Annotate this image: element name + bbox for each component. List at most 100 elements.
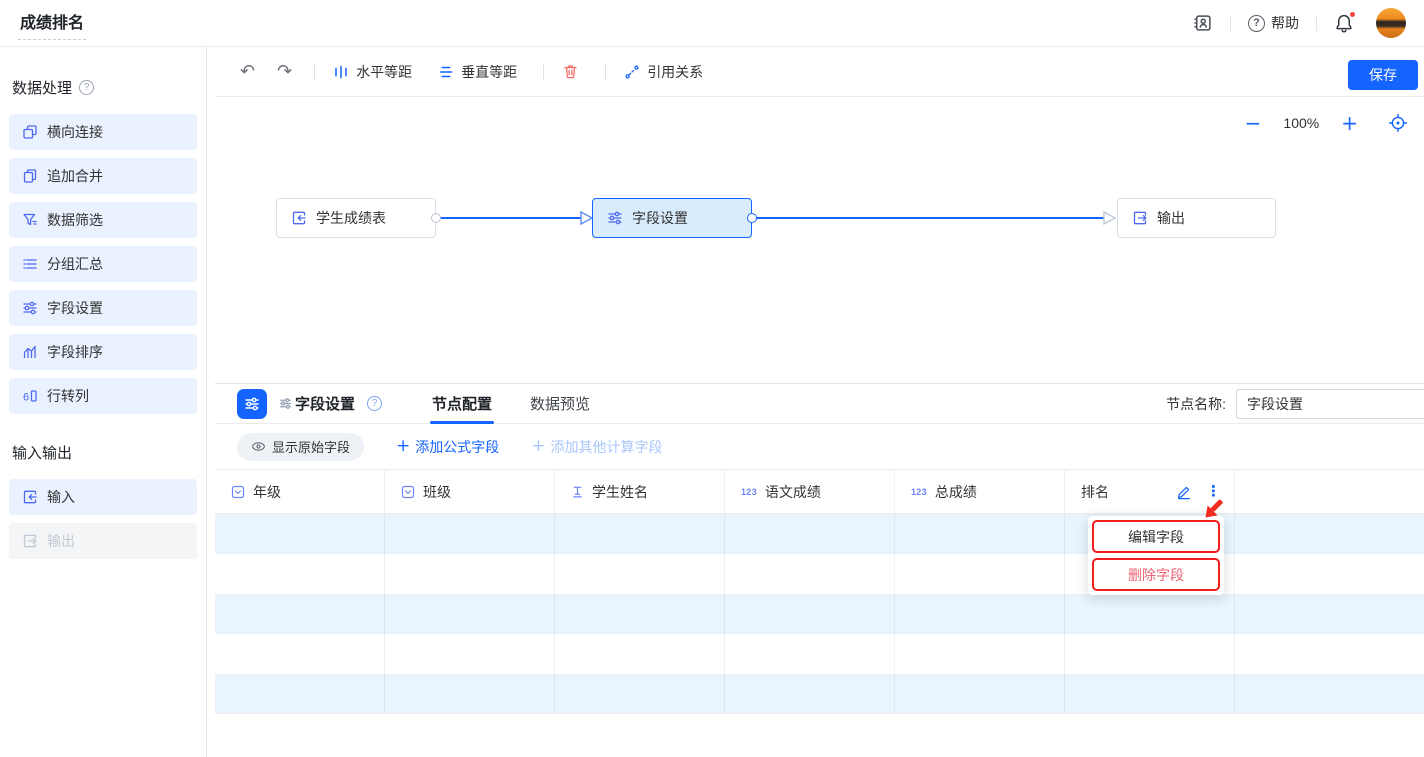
append-merge-icon	[22, 168, 38, 184]
divider	[1316, 15, 1317, 31]
table-cell	[725, 594, 895, 634]
table-cell	[895, 594, 1065, 634]
field-settings-icon	[22, 300, 38, 316]
input-icon	[22, 489, 38, 505]
node-output[interactable]: 输出	[1117, 198, 1276, 238]
column-header-grade: 年级	[215, 470, 385, 513]
table-cell	[1235, 674, 1424, 713]
show-original-fields-label: 显示原始字段	[272, 437, 350, 456]
sidebar-item-horizontal-join[interactable]: 横向连接	[9, 114, 197, 150]
sidebar-item-append-merge[interactable]: 追加合并	[9, 158, 197, 194]
field-settings-icon	[607, 210, 623, 226]
divider	[543, 64, 544, 80]
column-header-chinese-score: 123 语文成绩	[725, 470, 895, 513]
table-cell	[1235, 634, 1424, 674]
horizontal-spacing-label: 水平等距	[356, 62, 412, 82]
table-cell	[385, 594, 555, 634]
plus-icon: +	[396, 438, 410, 455]
table-cell	[725, 674, 895, 713]
output-port[interactable]	[747, 213, 757, 223]
field-sort-icon	[22, 344, 38, 360]
edit-field-menu-item[interactable]: 编辑字段	[1092, 520, 1220, 553]
sidebar-item-rows-to-columns[interactable]: 6 行转列	[9, 378, 197, 414]
sidebar-section-data-processing: 数据处理 ?	[12, 77, 206, 98]
zoom-out-button[interactable]: −	[1245, 113, 1262, 133]
plus-icon: +	[531, 438, 545, 455]
sidebar-item-group-summary[interactable]: 分组汇总	[9, 246, 197, 282]
delete-node-button[interactable]	[562, 63, 579, 80]
sidebar-item-label: 输出	[47, 531, 75, 551]
delete-field-menu-item[interactable]: 删除字段	[1092, 558, 1220, 591]
sidebar-item-label: 字段设置	[47, 298, 103, 318]
add-formula-field-button[interactable]: + 添加公式字段	[396, 437, 499, 457]
table-header-row: 年级 班级 学生姓名	[215, 470, 1424, 514]
table-cell	[215, 554, 385, 594]
column-label: 年级	[253, 482, 281, 502]
node-student-scores[interactable]: 学生成绩表	[276, 198, 436, 238]
redo-button[interactable]: ↷	[277, 61, 292, 82]
field-actions-menu: 编辑字段 删除字段	[1088, 516, 1224, 595]
edit-field-icon[interactable]	[1176, 484, 1192, 500]
main-area: ↶ ↷ 水平等距 垂直等距	[215, 47, 1424, 757]
table-cell	[1235, 594, 1424, 634]
node-field-settings[interactable]: 字段设置	[592, 198, 752, 238]
rows-to-columns-icon: 6	[22, 388, 38, 404]
contact-book-icon[interactable]	[1193, 13, 1213, 33]
table-row	[215, 674, 1424, 714]
sidebar-item-label: 行转列	[47, 386, 89, 406]
page-title[interactable]: 成绩排名	[18, 7, 86, 40]
divider	[1230, 15, 1231, 31]
fit-view-icon[interactable]	[1388, 113, 1408, 133]
sidebar-item-field-sort[interactable]: 字段排序	[9, 334, 197, 370]
sidebar-gutter	[207, 47, 215, 757]
vertical-spacing-button[interactable]: 垂直等距	[438, 62, 517, 82]
add-other-calc-field-label: 添加其他计算字段	[551, 437, 663, 457]
section-help-icon[interactable]: ?	[79, 80, 94, 95]
filter-icon	[22, 212, 38, 228]
table-cell	[1235, 554, 1424, 594]
node-name-input[interactable]	[1236, 389, 1424, 419]
output-port[interactable]	[431, 213, 441, 223]
text-field-icon	[571, 485, 584, 498]
sidebar-item-label: 追加合并	[47, 166, 103, 186]
table-row	[215, 634, 1424, 674]
sidebar-item-input[interactable]: 输入	[9, 479, 197, 515]
table-cell	[385, 514, 555, 554]
panel-tabs: 节点配置 数据预览	[430, 384, 592, 424]
notification-dot	[1349, 11, 1356, 18]
zoom-controls: − 100% +	[1245, 113, 1408, 133]
help-button[interactable]: ? 帮助	[1248, 13, 1299, 33]
reference-relations-label: 引用关系	[647, 62, 703, 82]
output-icon	[22, 533, 38, 549]
undo-button[interactable]: ↶	[240, 61, 255, 82]
top-bar: 成绩排名 ? 帮助	[0, 0, 1424, 47]
column-label: 班级	[423, 482, 451, 502]
table-cell	[1065, 674, 1235, 713]
table-row	[215, 514, 1424, 554]
table-cell	[725, 514, 895, 554]
save-button[interactable]: 保存	[1348, 60, 1418, 90]
show-original-fields-button[interactable]: 显示原始字段	[237, 433, 364, 461]
table-cell	[1065, 634, 1235, 674]
sidebar-item-field-settings[interactable]: 字段设置	[9, 290, 197, 326]
sidebar-item-label: 分组汇总	[47, 254, 103, 274]
user-avatar[interactable]	[1376, 8, 1406, 38]
table-cell	[555, 514, 725, 554]
flow-canvas[interactable]: − 100% +	[215, 97, 1424, 383]
notification-bell-icon[interactable]	[1334, 13, 1354, 33]
reference-relations-button[interactable]: 引用关系	[624, 62, 703, 82]
panel-help-icon[interactable]: ?	[367, 396, 382, 411]
column-header-class: 班级	[385, 470, 555, 513]
add-other-calc-field-button: + 添加其他计算字段	[531, 437, 662, 457]
sidebar-item-data-filter[interactable]: 数据筛选	[9, 202, 197, 238]
tab-data-preview[interactable]: 数据预览	[528, 384, 592, 424]
node-label: 学生成绩表	[316, 208, 386, 228]
table-row	[215, 594, 1424, 634]
connector-line	[752, 217, 1104, 219]
table-cell	[385, 674, 555, 713]
zoom-in-button[interactable]: +	[1341, 113, 1358, 133]
field-settings-badge-icon	[237, 389, 267, 419]
horizontal-spacing-icon	[333, 64, 349, 80]
tab-node-config[interactable]: 节点配置	[430, 384, 494, 424]
horizontal-spacing-button[interactable]: 水平等距	[333, 62, 412, 82]
